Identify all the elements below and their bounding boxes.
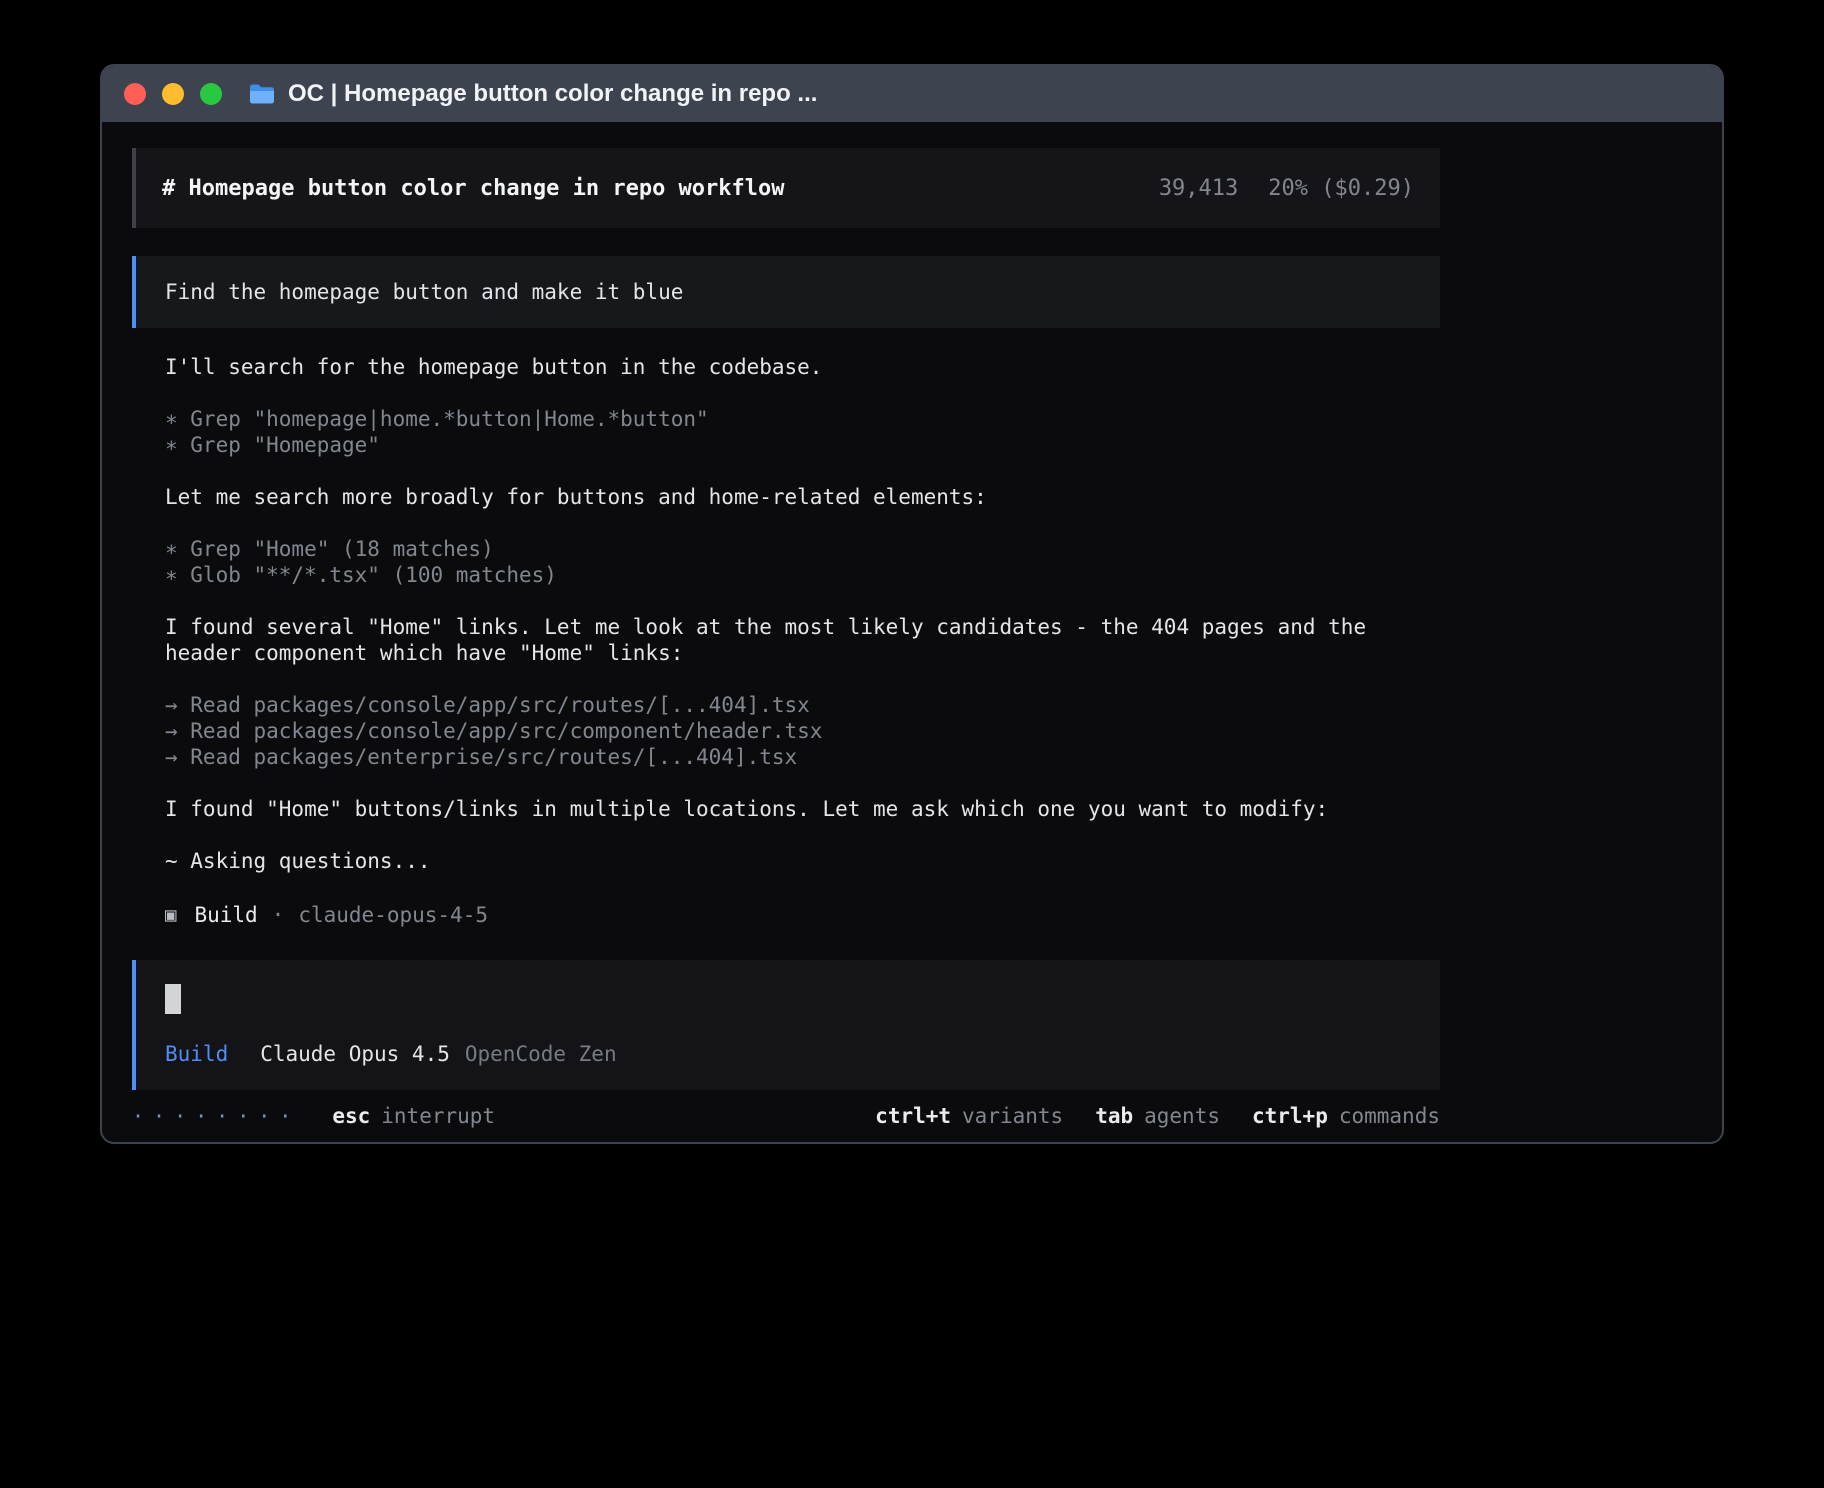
hint-interrupt: esc interrupt [332,1104,495,1128]
close-button[interactable] [124,83,146,105]
assistant-text: I found several "Home" links. Let me loo… [165,614,1435,666]
tool-call-line: → Read packages/enterprise/src/routes/[.… [165,744,1722,770]
zoom-button[interactable] [200,83,222,105]
hint-key: esc [332,1104,370,1128]
terminal-content: # Homepage button color change in repo w… [102,122,1722,1128]
assistant-status-text: ~ Asking questions... [165,848,1435,874]
tool-call-group: ∗ Grep "Home" (18 matches) ∗ Glob "**/*.… [165,536,1722,588]
tool-call-group: → Read packages/console/app/src/routes/[… [165,692,1722,770]
traffic-lights [124,83,222,105]
tool-call-line: ∗ Grep "homepage|home.*button|Home.*butt… [165,406,1722,432]
hint-agents: tab agents [1095,1104,1220,1128]
terminal-window: OC | Homepage button color change in rep… [100,64,1724,1144]
status-bar-right: ctrl+t variants tab agents ctrl+p comman… [875,1104,1440,1128]
agent-name: Build [194,903,257,927]
status-bar-left: ········ esc interrupt [132,1104,495,1128]
agent-icon: ▣ [165,904,176,926]
prompt-input[interactable]: Build Claude Opus 4.5 OpenCode Zen [132,960,1440,1090]
separator-dot: · [272,903,285,927]
status-bar: ········ esc interrupt ctrl+t variants t… [132,1104,1440,1128]
tool-call-line: → Read packages/console/app/src/componen… [165,718,1722,744]
tool-call-line: ∗ Glob "**/*.tsx" (100 matches) [165,562,1722,588]
hint-key: ctrl+p [1252,1104,1328,1128]
user-message: Find the homepage button and make it blu… [132,256,1440,328]
hint-label: agents [1144,1104,1220,1128]
minimize-button[interactable] [162,83,184,105]
agent-badge[interactable]: Build [165,1042,228,1066]
hint-label: variants [962,1104,1063,1128]
agent-status-line: ▣ Build · claude-opus-4-5 [165,900,1722,930]
session-stats: 39,413 20% ($0.29) [1159,176,1414,201]
window-title: OC | Homepage button color change in rep… [288,80,817,108]
assistant-text: I'll search for the homepage button in t… [165,354,1435,380]
tool-call-line: → Read packages/console/app/src/routes/[… [165,692,1722,718]
tool-call-line: ∗ Grep "Home" (18 matches) [165,536,1722,562]
hint-key: ctrl+t [875,1104,951,1128]
token-count: 39,413 [1159,176,1238,201]
session-header: # Homepage button color change in repo w… [132,148,1440,228]
provider-name: OpenCode Zen [465,1042,617,1066]
model-id: claude-opus-4-5 [298,903,488,927]
hint-label: interrupt [381,1104,495,1128]
session-title: # Homepage button color change in repo w… [162,176,785,201]
model-name[interactable]: Claude Opus 4.5 [260,1042,450,1066]
hint-variants: ctrl+t variants [875,1104,1063,1128]
context-cost: 20% ($0.29) [1268,176,1414,201]
assistant-text: Let me search more broadly for buttons a… [165,484,1435,510]
spinner-dots: ········ [132,1104,300,1128]
hint-key: tab [1095,1104,1133,1128]
model-line: Build Claude Opus 4.5 OpenCode Zen [165,1042,1411,1066]
titlebar[interactable]: OC | Homepage button color change in rep… [102,66,1722,122]
assistant-text: I found "Home" buttons/links in multiple… [165,796,1435,822]
hint-label: commands [1339,1104,1440,1128]
tool-call-group: ∗ Grep "homepage|home.*button|Home.*butt… [165,406,1722,458]
text-cursor [165,984,181,1014]
tool-call-line: ∗ Grep "Homepage" [165,432,1722,458]
hint-commands: ctrl+p commands [1252,1104,1440,1128]
user-message-text: Find the homepage button and make it blu… [165,280,683,304]
folder-icon [248,82,276,106]
